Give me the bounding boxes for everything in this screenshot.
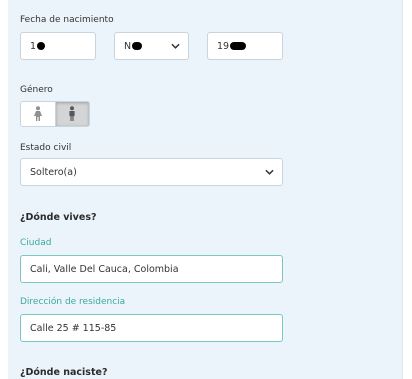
birthplace-heading: ¿Dónde naciste? [20, 367, 108, 378]
city-label: Ciudad [20, 238, 52, 248]
redaction-mark [132, 42, 143, 50]
birth-year-input[interactable]: 19 [207, 32, 283, 60]
female-icon [33, 106, 42, 121]
residence-heading: ¿Dónde vives? [20, 212, 97, 223]
birth-year-value: 19 [217, 40, 230, 52]
redaction-mark [230, 42, 247, 50]
redaction-mark [37, 42, 46, 50]
chevron-down-icon [265, 169, 274, 175]
city-value: Cali, Valle Del Cauca, Colombia [30, 263, 179, 275]
birth-month-value: N [124, 40, 132, 52]
birth-date-label: Fecha de nacimiento [20, 15, 114, 25]
address-value: Calle 25 # 115-85 [30, 322, 117, 334]
panel-right-border [402, 0, 403, 379]
address-label: Dirección de residencia [20, 297, 126, 307]
chevron-down-icon [171, 43, 180, 49]
birth-day-value: 1 [30, 40, 37, 52]
gender-toggle-group [20, 101, 90, 127]
marital-status-select[interactable]: Soltero(a) [20, 158, 283, 186]
gender-female-button[interactable] [21, 102, 55, 126]
male-icon [69, 106, 75, 121]
marital-status-label: Estado civil [20, 143, 72, 153]
city-input[interactable]: Cali, Valle Del Cauca, Colombia [20, 255, 283, 283]
gender-label: Género [20, 85, 53, 95]
marital-status-value: Soltero(a) [30, 166, 77, 178]
gender-male-button[interactable] [54, 102, 89, 126]
address-input[interactable]: Calle 25 # 115-85 [20, 314, 283, 342]
birth-month-select[interactable]: N [114, 32, 189, 60]
birth-day-input[interactable]: 1 [20, 32, 96, 60]
